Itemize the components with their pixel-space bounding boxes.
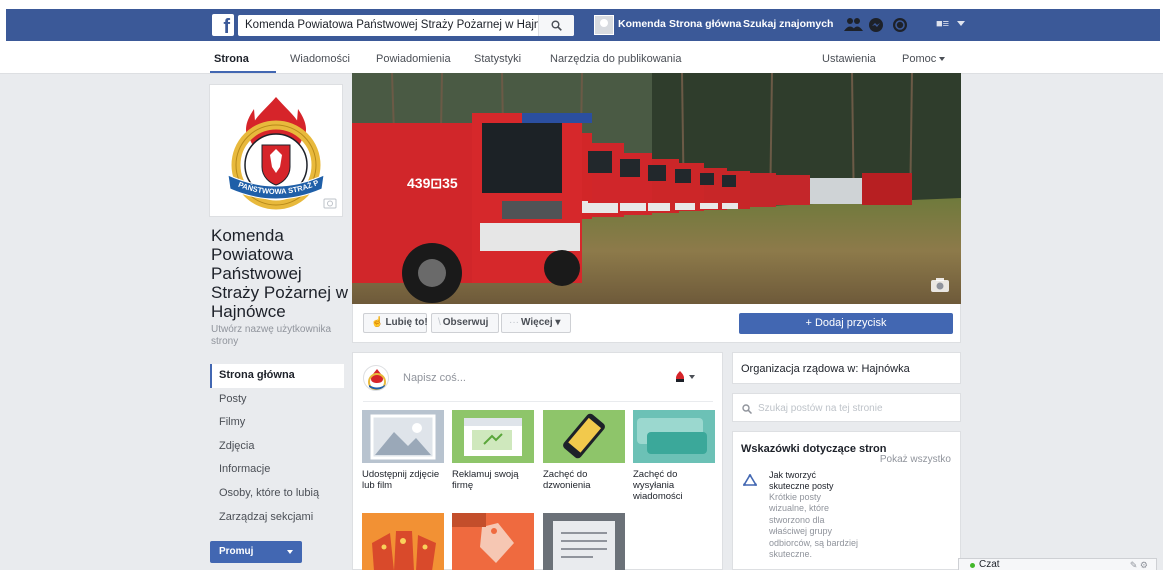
blue-header: f Komenda Powiatowa Państwowej Straży Po…: [6, 9, 1160, 41]
page-tips-box: Wskazówki dotyczące stron Pokaż wszystko…: [732, 431, 961, 570]
page-avatar: [363, 365, 389, 391]
encourage-calls-tile[interactable]: [543, 410, 625, 463]
search-input[interactable]: Komenda Powiatowa Państwowej Straży Poża…: [238, 15, 574, 36]
chat-label: Czat: [979, 559, 1000, 570]
tab-settings[interactable]: Ustawienia: [822, 53, 876, 65]
encourage-messages-tile[interactable]: [633, 410, 715, 463]
search-button[interactable]: [538, 15, 574, 36]
nav-item-posts[interactable]: Posty: [210, 388, 344, 412]
phone-icon: [563, 413, 605, 459]
camera-icon[interactable]: [931, 278, 949, 292]
tip-title[interactable]: Jak tworzyć skuteczne posty: [769, 470, 849, 492]
thumbs-up-icon: ☝: [371, 317, 384, 328]
truck-number: 439⊡35: [407, 175, 458, 191]
search-icon: [742, 404, 752, 414]
chat-options-icon[interactable]: ✎ ⚙: [1130, 559, 1148, 570]
page-title[interactable]: Komenda Powiatowa Państwowej Straży Poża…: [211, 226, 351, 321]
like-button[interactable]: ☝ Lubię to!: [363, 313, 428, 333]
promote-button[interactable]: Promuj: [210, 541, 302, 563]
promote-button-label: Promuj: [219, 546, 254, 557]
nav-item-likes[interactable]: Osoby, które to lubią: [210, 482, 344, 506]
page-tabs: Strona Wiadomości Powiadomienia Statysty…: [0, 42, 1163, 74]
follow-button-label: Obserwuj: [442, 317, 489, 328]
composer-input[interactable]: Napisz coś...: [403, 372, 466, 384]
tag-icon: [452, 513, 514, 563]
tips-title: Wskazówki dotyczące stron: [741, 443, 887, 455]
share-photo-tile[interactable]: [362, 410, 444, 463]
nav-item-manage-tabs[interactable]: Zarządzaj sekcjami: [210, 506, 344, 530]
add-button-button[interactable]: + Dodaj przycisk: [739, 313, 953, 334]
find-friends-link[interactable]: Szukaj znajomych: [743, 18, 833, 30]
encourage-calls-label[interactable]: Zachęć do dzwonienia: [543, 469, 627, 491]
nav-item-about[interactable]: Informacje: [210, 458, 344, 482]
friend-requests-icon[interactable]: [844, 17, 864, 33]
encourage-messages-label[interactable]: Zachęć do wysyłania wiadomości: [633, 469, 717, 502]
rss-icon: \: [438, 317, 441, 328]
like-button-label: Lubię to!: [385, 317, 428, 328]
search-icon: [551, 20, 562, 31]
nav-item-photos[interactable]: Zdjęcia: [210, 435, 344, 459]
tab-insights[interactable]: Statystyki: [474, 53, 521, 65]
account-menu-icon[interactable]: [957, 21, 965, 27]
post-composer: Napisz coś... Udostępnij zdjęcie lub fil…: [352, 352, 723, 570]
share-photo-label[interactable]: Udostępnij zdjęcie lub film: [362, 469, 446, 491]
page-action-bar: ☝ Lubię to! \ Obserwuj ··· Więcej ▾ + Dodaj…: [352, 304, 961, 343]
tab-page[interactable]: Strona: [214, 53, 249, 65]
document-icon: [553, 521, 615, 570]
divider: [363, 401, 713, 402]
audience-selector-icon[interactable]: [675, 371, 697, 383]
create-username-link[interactable]: Utwórz nazwę użytkownika strony: [211, 324, 341, 348]
page-category[interactable]: Organizacja rządowa w: Hajnówka: [741, 363, 910, 375]
tab-publishing-tools[interactable]: Narzędzia do publikowania: [550, 53, 681, 65]
ellipsis-icon: ···: [509, 317, 519, 328]
search-input-value[interactable]: Komenda Powiatowa Państwowej Straży Poża…: [245, 19, 567, 31]
nav-item-videos[interactable]: Filmy: [210, 411, 344, 435]
fire-service-logo: PAŃSTWOWA STRAŻ POŻARNA: [214, 89, 338, 213]
notifications-icon[interactable]: [892, 17, 908, 33]
facebook-logo-icon[interactable]: f: [212, 14, 234, 36]
follow-button[interactable]: \ Obserwuj: [431, 313, 499, 333]
page-category-box: Organizacja rządowa w: Hajnówka: [732, 352, 961, 384]
show-all-link[interactable]: Pokaż wszystko: [880, 454, 951, 465]
cover-photo-image: 439⊡35: [352, 73, 961, 304]
messages-icon[interactable]: [868, 17, 884, 33]
left-navigation: Strona główna Posty Filmy Zdjęcia Inform…: [210, 364, 344, 529]
online-status-icon: [970, 563, 975, 568]
post-search-placeholder[interactable]: Szukaj postów na tej stronie: [758, 403, 883, 414]
more-button[interactable]: ··· Więcej ▾: [501, 313, 571, 333]
event-tile[interactable]: [452, 513, 534, 570]
chat-bar[interactable]: Czat ✎ ⚙: [958, 558, 1157, 570]
chevron-down-icon[interactable]: [939, 57, 945, 61]
more-button-label: Więcej: [521, 317, 553, 328]
chat-bubble-icon: [637, 418, 707, 454]
profile-picture-frame[interactable]: PAŃSTWOWA STRAŻ POŻARNA: [209, 84, 343, 217]
home-link[interactable]: Strona główna: [669, 18, 741, 30]
advertise-business-tile[interactable]: [452, 410, 534, 463]
nav-item-home[interactable]: Strona główna: [210, 364, 344, 388]
cover-photo[interactable]: 439⊡35: [352, 73, 961, 304]
tip-description: Krótkie posty wizualne, które stworzono …: [769, 492, 859, 560]
privacy-shortcuts-icon[interactable]: ■≡: [936, 18, 949, 30]
active-tab-indicator: [210, 71, 276, 73]
photo-icon: [370, 414, 436, 460]
triangle-icon: [743, 474, 757, 486]
gift-icon: [372, 531, 436, 570]
note-tile[interactable]: [543, 513, 625, 570]
tab-help[interactable]: Pomoc: [902, 53, 936, 65]
page-post-search[interactable]: Szukaj postów na tej stronie: [732, 393, 961, 422]
user-avatar[interactable]: [594, 15, 614, 35]
tab-notifications[interactable]: Powiadomienia: [376, 53, 451, 65]
tab-messages[interactable]: Wiadomości: [290, 53, 350, 65]
advertise-business-label[interactable]: Reklamuj swoją firmę: [452, 469, 536, 491]
profile-link[interactable]: Komenda: [618, 18, 666, 30]
offer-tile[interactable]: [362, 513, 444, 570]
advert-icon: [464, 418, 522, 456]
top-navigation-bar: f Komenda Powiatowa Państwowej Straży Po…: [0, 0, 1163, 42]
chevron-down-icon[interactable]: [287, 550, 293, 554]
